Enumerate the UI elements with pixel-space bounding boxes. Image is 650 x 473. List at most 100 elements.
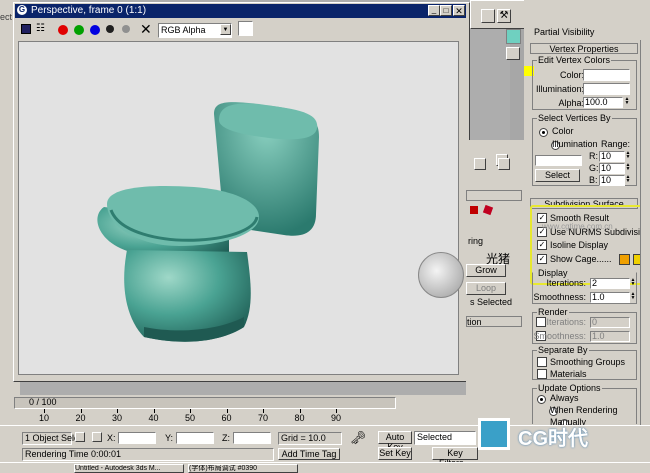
color-label: Color: [559,70,584,80]
key-filters-button[interactable]: Key Filters... [432,447,478,468]
rollout-header[interactable] [466,190,522,201]
smoothing-groups-checkbox[interactable] [537,357,547,367]
chevron-down-icon: ▼ [220,24,231,35]
left-strip-text: ect [0,12,13,22]
alpha-channel-icon[interactable] [106,25,114,33]
timeline: 0 / 100 10 20 30 40 50 60 70 80 90 [0,395,524,425]
save-image-icon[interactable] [21,24,31,34]
alpha-label: Alpha: [558,98,584,108]
render-iterations-field[interactable]: 0 [590,317,630,328]
g-label: G: [589,163,599,173]
set-key-label: Set Key [379,448,411,458]
alpha-field[interactable]: 100.0 [583,97,623,108]
vertex-properties-header[interactable]: Vertex Properties [530,43,638,54]
iterations-spinner[interactable]: ▲ ▼ [630,278,636,287]
edit-vertex-colors-group: Edit Vertex Colors Color: Illumination: … [532,55,637,110]
channel-select-value: RGB Alpha [161,25,206,35]
smoothing-groups-label: Smoothing Groups [550,357,626,367]
clone-window-icon[interactable]: ☷ [36,23,45,34]
mid-command-panel: ring 光猪 Grow Loop s Selected tion [466,140,524,395]
auto-key-button[interactable]: Auto Key [378,431,412,452]
swatch-box[interactable] [238,21,253,36]
ring-button-fragment[interactable]: ring [468,236,483,246]
panel-icon-button[interactable] [498,158,510,170]
render-smoothness-field[interactable]: 1.0 [590,331,630,342]
r-label: R: [589,151,598,161]
show-cage-checkbox[interactable]: ✓ [537,254,547,264]
blue-channel-icon[interactable] [90,25,100,35]
grow-button[interactable]: Grow [466,264,506,277]
when-rendering-label: When Rendering [550,405,618,415]
taskbar: Untitled - Autodesk 3ds M... (字体)布局调试 #0… [0,462,650,473]
color-radio[interactable] [539,128,548,138]
b-spinner[interactable]: ▲ ▼ [625,175,631,184]
clear-icon[interactable]: ✕ [140,21,152,37]
select-color-swatch[interactable] [535,155,582,166]
command-panel-scrollbar[interactable] [640,40,650,425]
toolbar-button[interactable] [481,9,495,23]
teal-tab-icon[interactable] [506,29,521,44]
loop-button[interactable]: Loop [466,282,506,295]
z-field[interactable] [233,432,271,444]
z-label: Z: [222,433,230,443]
channel-select[interactable]: RGB Alpha ▼ [158,23,232,38]
isoline-display-checkbox[interactable]: ✓ [537,240,547,250]
grid-field: Grid = 10.0 [278,432,342,445]
set-key-button[interactable]: Set Key [378,447,412,460]
smoothness-field[interactable]: 1.0 [590,292,630,303]
y-field[interactable] [176,432,214,444]
r-field[interactable]: 10 [599,151,625,162]
transform-mode-icon[interactable] [92,432,102,442]
green-channel-icon[interactable] [74,25,84,35]
panel-icon-button[interactable] [474,158,486,170]
selected-text: Selected [417,432,453,442]
render-iterations-checkbox[interactable] [536,317,546,327]
g-field[interactable]: 10 [599,163,625,174]
render-title: Render [537,307,569,317]
toolbar-button[interactable]: ⚒ [497,9,511,23]
timeline-tick-label: 40 [148,413,159,423]
always-radio[interactable] [537,395,546,405]
alpha-spinner[interactable]: ▲ ▼ [624,97,630,106]
time-slider[interactable]: 0 / 100 [14,397,396,409]
lock-icon[interactable] [75,432,85,442]
add-time-tag-button[interactable]: Add Time Tag [278,448,340,460]
separate-by-title: Separate By [537,345,589,355]
select-button[interactable]: Select [535,169,580,182]
smoothness-label: Smoothness: [533,292,586,302]
render-smoothness-value: 1.0 [592,331,605,341]
loop-label: Loop [475,283,497,293]
panel-dropdown[interactable] [506,47,520,60]
r-spinner[interactable]: ▲ ▼ [625,151,631,160]
render-iterations-label: Iterations: [546,317,586,327]
minimize-button[interactable]: _ [428,5,440,16]
track-bar[interactable]: 10 20 30 40 50 60 70 80 90 [14,409,394,423]
smoothness-spinner[interactable]: ▲ ▼ [630,292,636,301]
materials-checkbox[interactable] [537,369,547,379]
red-channel-icon[interactable] [58,25,68,35]
red-swatch[interactable] [470,206,478,214]
color-swatch[interactable] [583,69,630,81]
rendered-image [18,41,459,375]
iterations-field[interactable]: 2 [590,278,630,289]
rollout-header[interactable]: tion [466,316,522,327]
taskbar-item-label: (字体)布局调试 #0390 [189,465,258,472]
close-button[interactable]: ✕ [453,5,465,16]
partial-visibility-fragment[interactable]: Partial Visibility [534,27,594,37]
illumination-swatch[interactable] [583,83,630,95]
timeline-tick-label: 60 [221,413,232,423]
b-field[interactable]: 10 [599,175,625,186]
cage-color-1-swatch[interactable] [619,254,630,265]
mono-channel-icon[interactable] [122,25,130,33]
render-iterations-value: 0 [592,317,598,327]
cube-icon[interactable] [482,204,494,216]
selected-dropdown[interactable]: Selected [414,431,476,445]
x-field[interactable] [118,432,156,444]
y-label: Y: [165,433,174,443]
maximize-button[interactable]: □ [440,5,452,16]
illumination-label: Illumination: [535,84,584,94]
g-spinner[interactable]: ▲ ▼ [625,163,631,172]
key-icon[interactable]: 🗝 [350,430,367,446]
separate-by-group: Separate By Smoothing Groups Materials [532,345,637,380]
timeline-tick-label: 30 [112,413,123,423]
